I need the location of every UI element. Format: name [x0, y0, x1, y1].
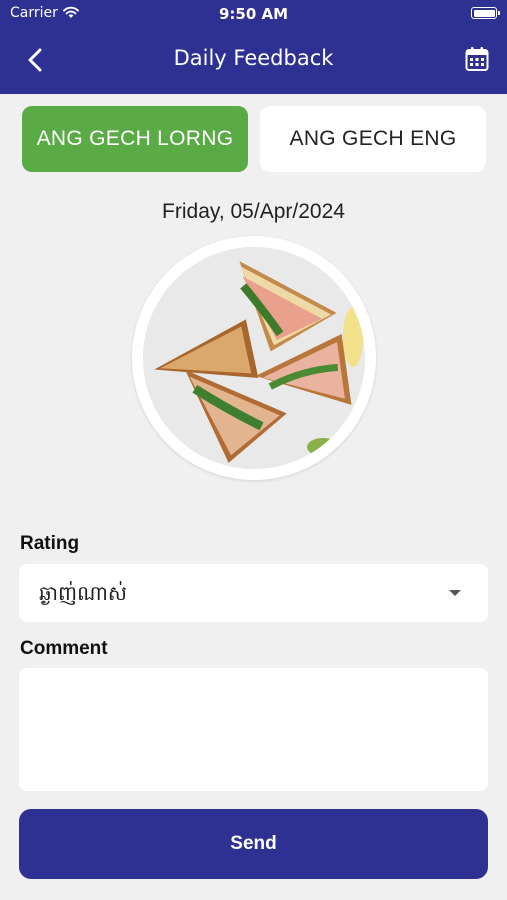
rating-dropdown[interactable]: ឆ្ងាញ់ណាស់: [19, 564, 488, 622]
rating-label: Rating: [20, 533, 80, 554]
rating-selected-value: ឆ្ងាញ់ណាស់: [39, 581, 127, 605]
battery-icon: [471, 7, 500, 19]
send-button[interactable]: Send: [19, 809, 488, 879]
app-header: Carrier 9:50 AM Daily Feedback: [0, 0, 507, 94]
tab-ang-gech-lorng[interactable]: ANG GECH LORNG: [22, 106, 248, 172]
page-title: Daily Feedback: [173, 46, 334, 70]
sandwich-image: [143, 247, 365, 469]
status-time: 9:50 AM: [218, 5, 289, 23]
tab-ang-gech-eng[interactable]: ANG GECH ENG: [260, 106, 486, 172]
calendar-icon[interactable]: [465, 46, 489, 72]
comment-label: Comment: [20, 638, 108, 659]
comment-field[interactable]: [19, 668, 488, 791]
caret-down-icon: [449, 590, 461, 596]
feedback-date: Friday, 05/Apr/2024: [162, 200, 345, 223]
meal-photo: [132, 236, 376, 480]
status-bar: Carrier 9:50 AM: [0, 0, 507, 28]
